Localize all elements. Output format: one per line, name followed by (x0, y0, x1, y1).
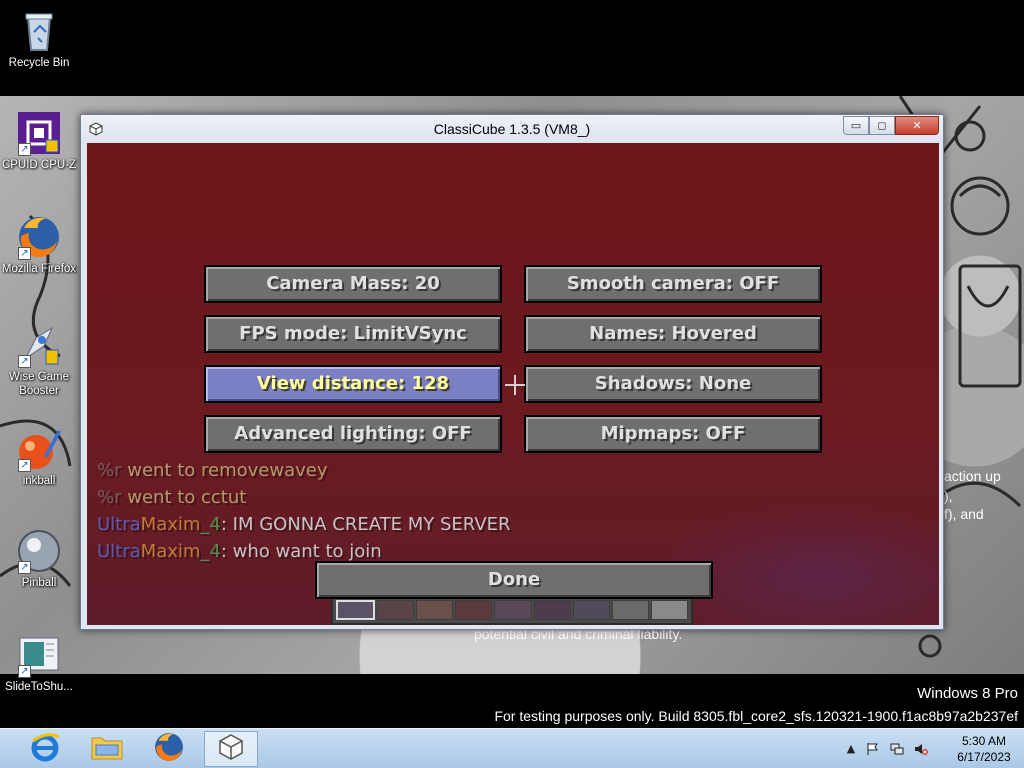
desktop-icon-firefox[interactable]: ↗ Mozilla Firefox (0, 214, 78, 276)
chat-message: UltraMaxim_4: IM GONNA CREATE MY SERVER (97, 511, 697, 538)
desktop-icon-label: Mozilla Firefox (1, 263, 77, 275)
desktop-icon-label: CPUID CPU-Z (1, 159, 77, 171)
classicube-icon (216, 732, 246, 766)
advanced-lighting-button[interactable]: Advanced lighting: OFF (204, 415, 502, 453)
action-center-flag-icon[interactable] (866, 742, 880, 756)
background-text-line1: action up (944, 468, 1001, 484)
desktop-icons: Recycle Bin ↗ CPUID CPU-Z ↗ Mozilla Fire… (0, 0, 80, 700)
system-tray: ▲ 5:30 AM 6/17/2023 (840, 729, 1024, 768)
recycle-bin-icon (16, 8, 62, 54)
taskbar-firefox[interactable] (142, 731, 196, 767)
windows-edition: Windows 8 Pro (917, 685, 1018, 702)
mipmaps-button[interactable]: Mipmaps: OFF (524, 415, 822, 453)
window-titlebar[interactable]: ClassiCube 1.3.5 (VM8_) ▭ ◻ ✕ (81, 115, 943, 143)
hotbar[interactable] (331, 595, 693, 625)
chat-prefix: %r (97, 487, 122, 508)
chat-player-name: Ultra (97, 514, 141, 535)
game-viewport[interactable]: Camera Mass: 20 Smooth camera: OFF FPS m… (87, 143, 939, 625)
network-icon[interactable] (890, 742, 904, 756)
background-text-line3: f), and (944, 506, 984, 522)
desktop-icon-pinball[interactable]: ↗ Pinball (0, 528, 78, 590)
view-distance-button[interactable]: View distance: 128 (204, 365, 502, 403)
firefox-icon: ↗ (16, 214, 62, 260)
taskbar-file-explorer[interactable] (80, 731, 134, 767)
hotbar-slot[interactable] (455, 600, 493, 620)
clock-date: 6/17/2023 (957, 750, 1011, 764)
chat-text: : IM GONNA CREATE MY SERVER (220, 514, 511, 535)
hotbar-slot[interactable] (494, 600, 532, 620)
desktop-icon-recycle-bin[interactable]: Recycle Bin (0, 8, 78, 70)
windows-watermark: Windows 8 Pro For testing purposes only.… (494, 684, 1018, 726)
chat-player-suffix: _4 (200, 514, 221, 535)
chat-message: %r went to cctut (97, 484, 697, 511)
chat-player-suffix: _4 (200, 541, 221, 562)
desktop-icon-label: Wise Game Booster (8, 371, 70, 397)
crosshair-icon (505, 375, 525, 395)
hotbar-slot[interactable] (416, 600, 454, 620)
fps-mode-button[interactable]: FPS mode: LimitVSync (204, 315, 502, 353)
minimize-button[interactable]: ▭ (843, 116, 869, 135)
firefox-icon (153, 731, 185, 767)
classicube-window: ClassiCube 1.3.5 (VM8_) ▭ ◻ ✕ Camera Mas… (80, 114, 944, 630)
close-button[interactable]: ✕ (895, 116, 939, 135)
chat-log: %r went to removewavey %r went to cctut … (97, 457, 697, 565)
chat-text: went to removewavey (121, 460, 328, 481)
hotbar-slot[interactable] (377, 600, 415, 620)
smooth-camera-button[interactable]: Smooth camera: OFF (524, 265, 822, 303)
desktop-icon-inkball[interactable]: ↗ inkball (0, 426, 78, 488)
hotbar-slot[interactable] (650, 600, 688, 620)
background-text-line2: ), (944, 488, 953, 504)
desktop-icon-label: Pinball (21, 577, 57, 589)
desktop-icon-slide-to-shutdown[interactable]: ↗ SlideToShu... (0, 632, 78, 694)
hotbar-slot[interactable] (611, 600, 649, 620)
camera-mass-button[interactable]: Camera Mass: 20 (204, 265, 502, 303)
desktop-icon-cpu-z[interactable]: ↗ CPUID CPU-Z (0, 110, 78, 172)
slide-to-shutdown-icon: ↗ (16, 632, 62, 678)
desktop-icon-label: inkball (22, 475, 56, 487)
taskbar-classicube[interactable] (204, 731, 258, 767)
file-explorer-icon (90, 732, 124, 766)
clock[interactable]: 5:30 AM 6/17/2023 (946, 733, 1022, 765)
windows-build-string: For testing purposes only. Build 8305.fb… (494, 708, 1018, 724)
pinball-icon: ↗ (16, 528, 62, 574)
chat-prefix: %r (97, 460, 122, 481)
volume-muted-icon[interactable] (914, 742, 928, 756)
shadows-button[interactable]: Shadows: None (524, 365, 822, 403)
cpu-z-icon: ↗ (16, 110, 62, 156)
chat-player-name: Ultra (97, 541, 141, 562)
window-title: ClassiCube 1.3.5 (VM8_) (433, 121, 591, 137)
desktop-icon-label: SlideToShu... (5, 681, 73, 693)
chat-text: : who want to join (220, 541, 382, 562)
desktop-icon-label: Recycle Bin (8, 57, 70, 69)
taskbar-internet-explorer[interactable] (18, 731, 72, 767)
hotbar-slot[interactable] (533, 600, 571, 620)
hotbar-slot[interactable] (336, 600, 376, 620)
show-hidden-icons-button[interactable]: ▲ (844, 742, 858, 756)
chat-text: went to cctut (121, 487, 247, 508)
done-button[interactable]: Done (315, 561, 713, 599)
inkball-icon: ↗ (16, 426, 62, 472)
chat-player-name: Maxim (140, 514, 201, 535)
names-button[interactable]: Names: Hovered (524, 315, 822, 353)
clock-time: 5:30 AM (961, 734, 1007, 748)
wise-game-booster-icon: ↗ (16, 322, 62, 368)
chat-player-name: Maxim (140, 541, 201, 562)
maximize-button[interactable]: ◻ (869, 116, 895, 135)
taskbar: ▲ 5:30 AM 6/17/2023 (0, 728, 1024, 768)
desktop-icon-wise-game-booster[interactable]: ↗ Wise Game Booster (0, 322, 78, 398)
internet-explorer-icon (29, 731, 61, 767)
chat-message: %r went to removewavey (97, 457, 697, 484)
hotbar-slot[interactable] (572, 600, 610, 620)
